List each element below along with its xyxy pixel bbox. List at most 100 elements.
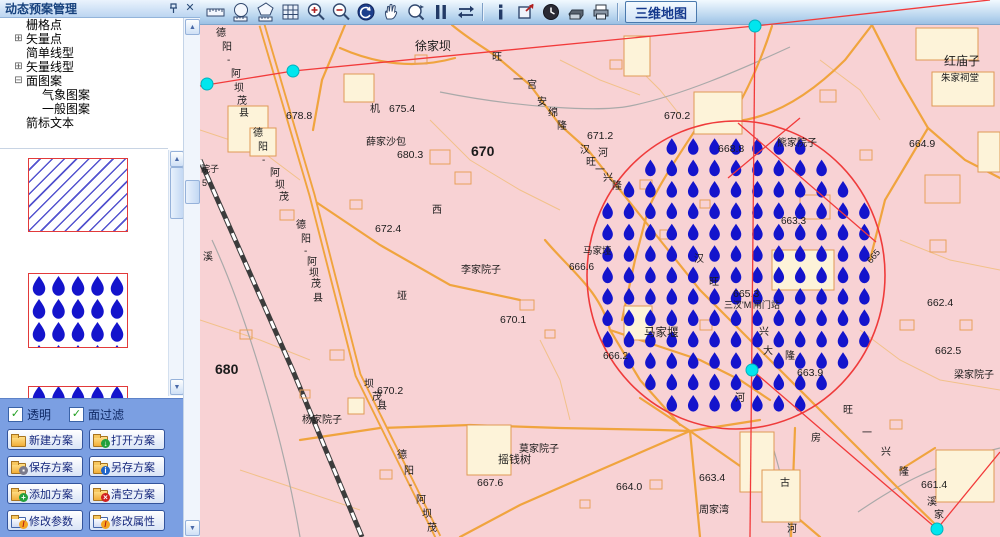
- collapse-icon[interactable]: ⊟: [13, 76, 24, 87]
- map-label: 院子: [201, 163, 219, 174]
- map-label: 隆: [557, 119, 567, 132]
- zoom-window-icon[interactable]: [403, 0, 428, 24]
- measure-distance-icon[interactable]: [203, 0, 228, 24]
- scrollbar-thumb[interactable]: [185, 180, 200, 204]
- map-label: 662.5: [935, 345, 961, 357]
- add-plan-icon: +: [11, 488, 26, 500]
- open-plan-button[interactable]: ↓打开方案: [89, 429, 165, 450]
- map-label: 绵: [548, 106, 558, 119]
- map-label: 垭: [397, 289, 407, 302]
- scroll-up-icon[interactable]: ▲: [185, 19, 200, 35]
- map-label: 坝: [422, 508, 432, 520]
- map-label: 662.4: [927, 297, 953, 309]
- tree-item-1[interactable]: ⊞矢量点: [0, 32, 183, 46]
- plot-icon[interactable]: [563, 0, 588, 24]
- map-label: 5: [202, 178, 207, 188]
- map-label: 666.2: [603, 351, 628, 362]
- map-viewport[interactable]: 徐家坝红庙子朱家祠堂机675.4薛家沙包680.3678.8670671.267…: [200, 25, 1000, 537]
- pause-icon[interactable]: [428, 0, 453, 24]
- map-label: 阿: [231, 68, 241, 80]
- save-as-plan-button[interactable]: i另存方案: [89, 456, 165, 477]
- close-icon[interactable]: ✕: [183, 2, 197, 15]
- map-label: 梁家院子: [954, 368, 994, 381]
- map-label: 德: [253, 126, 263, 139]
- zoom-in-icon[interactable]: [303, 0, 328, 24]
- map-label: 大: [763, 344, 773, 357]
- checkbox-label: 面过滤: [88, 406, 124, 423]
- scroll-up-icon[interactable]: ▲: [170, 151, 184, 167]
- tree-item-3[interactable]: ⊞矢量线型: [0, 60, 183, 74]
- scroll-down-icon[interactable]: ▼: [170, 379, 184, 395]
- map-label: 安: [537, 95, 547, 108]
- pin-icon[interactable]: [166, 2, 180, 15]
- map-label: 667.6: [477, 477, 503, 489]
- new-plan-icon: [11, 434, 26, 446]
- modify-params-button[interactable]: /修改参数: [7, 510, 83, 531]
- new-plan-button[interactable]: 新建方案: [7, 429, 83, 450]
- refresh-swap-icon[interactable]: [453, 0, 478, 24]
- map-label: 河: [598, 147, 608, 159]
- modify-props-button[interactable]: /修改属性: [89, 510, 165, 531]
- map-label: -: [262, 155, 265, 166]
- map-label: 663.4: [699, 472, 725, 484]
- map-label: 县: [239, 107, 249, 119]
- expand-icon[interactable]: ⊞: [13, 34, 24, 45]
- map-label: 阳: [258, 141, 268, 153]
- save-plan-icon: ▪: [11, 461, 26, 473]
- map-label: 茂: [311, 277, 321, 290]
- tree-item-6[interactable]: 一般图案: [0, 102, 183, 116]
- map-label: 德: [296, 218, 306, 231]
- tree-item-2[interactable]: 简单线型: [0, 46, 183, 60]
- export-icon[interactable]: [513, 0, 538, 24]
- map-label: 663.9: [797, 367, 823, 379]
- preview-scrollbar[interactable]: ▲ ▼: [168, 150, 184, 396]
- tree-item-label: 箭标文本: [26, 116, 74, 130]
- checkbox-0[interactable]: ✓透明: [8, 406, 51, 423]
- map-label: 徐家坝: [415, 38, 451, 53]
- tree-item-label: 一般图案: [42, 102, 90, 116]
- map-label: 兴: [759, 326, 769, 338]
- pan-hand-icon[interactable]: [378, 0, 403, 24]
- checkbox-1[interactable]: ✓ 面过滤: [69, 406, 124, 423]
- add-plan-button[interactable]: +添加方案: [7, 483, 83, 504]
- application-window: 动态预案管理 ✕ 栅格点⊞矢量点简单线型⊞矢量线型⊟面图案气象图案一般图案箭标文…: [0, 0, 1000, 537]
- expand-icon[interactable]: ⊞: [13, 62, 24, 73]
- map-label: 隆: [899, 465, 909, 478]
- button-label: 保存方案: [29, 459, 73, 475]
- zoom-out-icon[interactable]: [328, 0, 353, 24]
- map-toolbar: 三维地图: [200, 0, 1000, 25]
- map-label: 西: [432, 205, 442, 216]
- map-label: 摇钱树: [498, 452, 531, 466]
- history-clock-icon[interactable]: [538, 0, 563, 24]
- identify-info-icon[interactable]: [488, 0, 513, 24]
- panel-title: 动态预案管理: [5, 0, 77, 17]
- map-label: 旺: [709, 277, 719, 288]
- tree-item-label: 面图案: [26, 74, 62, 88]
- checkbox-box[interactable]: ✓: [8, 407, 23, 422]
- 3d-map-button[interactable]: 三维地图: [625, 1, 697, 23]
- map-label: 家: [934, 508, 944, 521]
- tree-item-5[interactable]: 气象图案: [0, 88, 183, 102]
- map-label: 隆: [785, 349, 795, 362]
- panel-scrollbar[interactable]: ▲ ▼: [183, 18, 201, 537]
- tree-item-label: 简单线型: [26, 46, 74, 60]
- measure-area-icon[interactable]: [253, 0, 278, 24]
- tree-item-4[interactable]: ⊟面图案: [0, 74, 183, 88]
- plan-manager-panel: 动态预案管理 ✕ 栅格点⊞矢量点简单线型⊞矢量线型⊟面图案气象图案一般图案箭标文…: [0, 0, 201, 537]
- scrollbar-thumb[interactable]: [170, 167, 184, 219]
- save-plan-button[interactable]: ▪保存方案: [7, 456, 83, 477]
- pattern-swatch-raindrops[interactable]: [28, 273, 128, 348]
- checkbox-box[interactable]: ✓: [69, 407, 84, 422]
- tree-item-7[interactable]: 箭标文本: [0, 116, 183, 130]
- map-label: 阳: [222, 41, 232, 53]
- tree-item-0[interactable]: 栅格点: [0, 18, 183, 32]
- clear-plan-button[interactable]: ×清空方案: [89, 483, 165, 504]
- measure-circle-icon[interactable]: [228, 0, 253, 24]
- scroll-down-icon[interactable]: ▼: [185, 520, 200, 536]
- map-label: 阳: [404, 465, 414, 477]
- grid-icon[interactable]: [278, 0, 303, 24]
- print-icon[interactable]: [588, 0, 613, 24]
- map-label: 一: [513, 75, 523, 86]
- previous-view-icon[interactable]: [353, 0, 378, 24]
- pattern-swatch-hatch[interactable]: [28, 158, 128, 232]
